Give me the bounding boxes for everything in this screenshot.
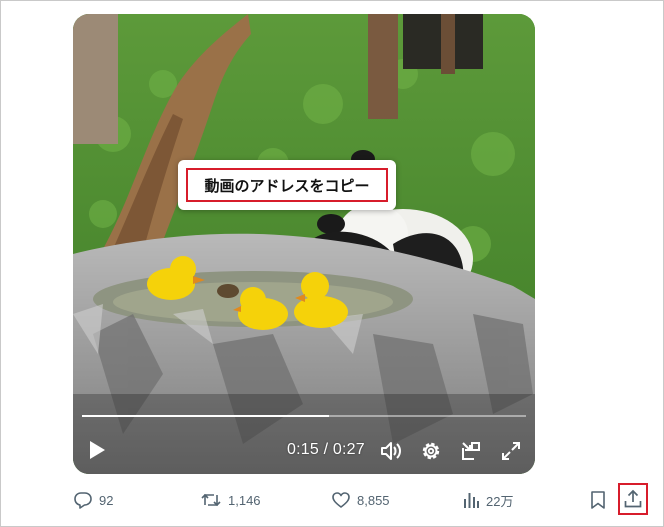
video-progress-bar[interactable] <box>82 415 526 417</box>
picture-in-picture-button[interactable] <box>458 438 484 464</box>
views-count: 22万 <box>486 493 514 509</box>
video-time-display: 0:15 / 0:27 <box>287 441 365 458</box>
volume-button[interactable] <box>378 438 404 464</box>
video-player[interactable]: 0:15 / 0:27 <box>73 14 535 474</box>
like-icon <box>332 492 350 508</box>
video-progress-fill <box>82 415 329 417</box>
repost-count: 1,146 <box>228 492 261 508</box>
fullscreen-button[interactable] <box>498 438 524 464</box>
reply-button[interactable]: 92 <box>73 483 113 517</box>
like-count: 8,855 <box>357 492 390 508</box>
repost-icon <box>201 493 221 507</box>
context-menu: 動画のアドレスをコピー <box>178 160 396 210</box>
reply-icon <box>74 492 92 509</box>
picture-in-picture-icon <box>462 442 480 460</box>
bookmark-icon <box>591 491 605 509</box>
share-icon <box>624 489 642 508</box>
volume-icon <box>381 442 401 460</box>
tweet-action-bar: 92 1,146 8,855 22万 <box>0 483 664 517</box>
copy-video-address-menu-item[interactable]: 動画のアドレスをコピー <box>186 168 388 202</box>
reply-count: 92 <box>99 492 114 508</box>
views-icon <box>464 493 479 508</box>
share-button[interactable] <box>618 483 648 515</box>
views-button[interactable]: 22万 <box>462 483 513 517</box>
fullscreen-icon <box>502 442 520 460</box>
like-button[interactable]: 8,855 <box>331 483 390 517</box>
settings-button[interactable] <box>418 438 444 464</box>
video-frame-image <box>73 14 535 474</box>
repost-button[interactable]: 1,146 <box>200 483 261 517</box>
play-button[interactable] <box>85 438 109 462</box>
play-icon <box>90 441 105 459</box>
settings-gear-icon <box>422 442 440 460</box>
bookmark-button[interactable] <box>589 483 607 517</box>
